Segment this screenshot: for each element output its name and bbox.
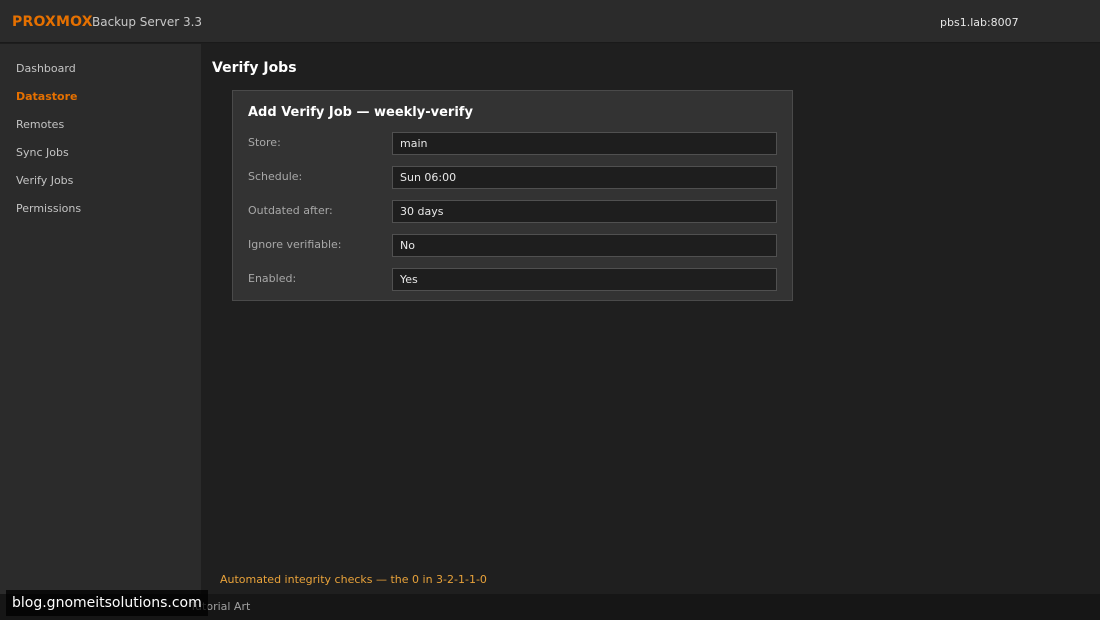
top-bar: PROXMOX Backup Server 3.3 pbs1.lab:8007 bbox=[0, 0, 1100, 43]
schedule-label: Schedule: bbox=[248, 170, 303, 183]
sidebar-item-dashboard[interactable]: Dashboard bbox=[16, 62, 76, 75]
page-title: Verify Jobs bbox=[212, 60, 297, 76]
sidebar-item-datastore[interactable]: Datastore bbox=[16, 90, 77, 103]
watermark: blog.gnomeitsolutions.com bbox=[6, 590, 208, 616]
sidebar: Dashboard Datastore Remotes Sync Jobs Ve… bbox=[0, 44, 201, 594]
ignore-verifiable-label: Ignore verifiable: bbox=[248, 238, 342, 251]
outdated-after-label: Outdated after: bbox=[248, 204, 333, 217]
sidebar-item-sync-jobs[interactable]: Sync Jobs bbox=[16, 146, 69, 159]
sidebar-item-verify-jobs[interactable]: Verify Jobs bbox=[16, 174, 73, 187]
outdated-after-field[interactable] bbox=[392, 200, 777, 223]
dialog-title: Add Verify Job — weekly-verify bbox=[248, 105, 473, 120]
store-field[interactable] bbox=[392, 132, 777, 155]
tagline: Automated integrity checks — the 0 in 3-… bbox=[220, 573, 487, 586]
enabled-label: Enabled: bbox=[248, 272, 297, 285]
main-content: Verify Jobs Add Verify Job — weekly-veri… bbox=[201, 44, 1100, 594]
store-label: Store: bbox=[248, 136, 281, 149]
product-name: Backup Server 3.3 bbox=[92, 15, 203, 29]
ignore-verifiable-field[interactable] bbox=[392, 234, 777, 257]
sidebar-item-permissions[interactable]: Permissions bbox=[16, 202, 81, 215]
add-verify-job-dialog: Add Verify Job — weekly-verify Store: Sc… bbox=[232, 90, 793, 301]
sidebar-item-remotes[interactable]: Remotes bbox=[16, 118, 64, 131]
schedule-field[interactable] bbox=[392, 166, 777, 189]
brand-logo: PROXMOX bbox=[12, 14, 93, 30]
enabled-field[interactable] bbox=[392, 268, 777, 291]
host-address: pbs1.lab:8007 bbox=[940, 16, 1019, 29]
